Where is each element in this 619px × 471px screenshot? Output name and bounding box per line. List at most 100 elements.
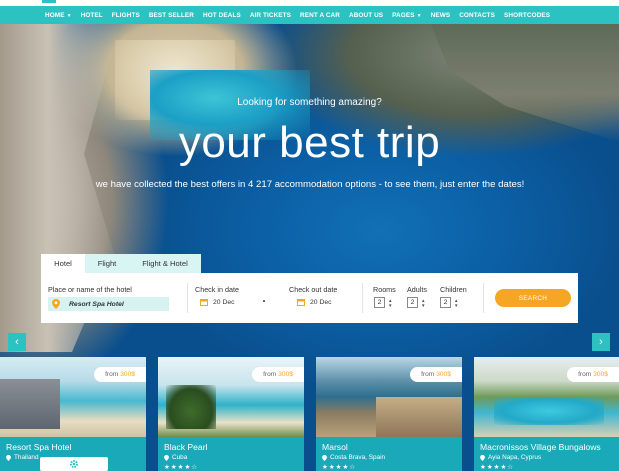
- nav-item-label: HOME: [45, 11, 65, 19]
- map-pin-icon: [6, 454, 11, 461]
- hotel-name: Resort Spa Hotel: [6, 442, 72, 452]
- nav-item-hot-deals[interactable]: HOT DEALS: [203, 12, 241, 19]
- search-tabs: Hotel Flight Flight & Hotel: [41, 254, 201, 273]
- nav-item-news[interactable]: NEWS: [431, 12, 451, 19]
- main-nav: HOME ▼ HOTEL FLIGHTS BEST SELLER HOT DEAL…: [0, 6, 619, 24]
- map-pin-icon: [480, 454, 485, 461]
- tab-flight-hotel[interactable]: Flight & Hotel: [129, 254, 201, 273]
- hotel-field-label: Place or name of the hotel: [48, 285, 132, 294]
- hotel-location: Ayia Napa, Cyprus: [480, 454, 541, 461]
- pool-shape: [494, 397, 604, 425]
- hotel-card[interactable]: from 300$ Marsol Costa Brava, Spain ★★★★☆: [316, 357, 462, 471]
- nav-item-home[interactable]: HOME ▼: [45, 12, 72, 19]
- chevron-left-icon: ‹: [15, 336, 19, 348]
- calendar-icon: [200, 299, 208, 306]
- adults-label: Adults: [407, 285, 427, 294]
- nav-item-pages[interactable]: PAGES ▼: [392, 12, 421, 19]
- town-buildings-shape: [376, 397, 462, 437]
- search-button[interactable]: SEARCH: [495, 289, 571, 307]
- rooms-stepper[interactable]: 2 ▲ ▼: [374, 297, 392, 308]
- date-separator: [263, 300, 265, 302]
- checkout-date[interactable]: 20 Dec: [297, 298, 332, 306]
- nav-item-flights[interactable]: FLIGHTS: [112, 12, 140, 19]
- calendar-icon: [297, 299, 305, 306]
- price-badge: from 300$: [94, 367, 146, 382]
- hotel-building-shape: [0, 379, 60, 429]
- price-badge: from 300$: [252, 367, 304, 382]
- stepper-arrows-icon[interactable]: ▲ ▼: [388, 298, 392, 308]
- hotel-name: Macronissos Village Bungalows: [480, 442, 601, 452]
- hotel-name: Black Pearl: [164, 442, 208, 452]
- settings-button[interactable]: [40, 457, 108, 471]
- hotel-stars: ★★★★☆: [480, 464, 515, 471]
- nav-item-air-tickets[interactable]: AIR TICKETS: [250, 12, 291, 19]
- hotel-card-info: Macronissos Village Bungalows Ayia Napa,…: [474, 437, 619, 471]
- hotel-location: Cuba: [164, 454, 187, 461]
- hero-subline: we have collected the best offers in 4 2…: [95, 179, 525, 190]
- hotel-card[interactable]: from 300$ Resort Spa Hotel Thailand: [0, 357, 146, 471]
- hotel-stars: ★★★★☆: [164, 464, 199, 471]
- chevron-down-icon: ▼: [66, 12, 72, 19]
- children-label: Children: [440, 285, 467, 294]
- price-value: 300$: [593, 371, 608, 378]
- nav-item-best-seller[interactable]: BEST SELLER: [149, 12, 194, 19]
- price-value: 300$: [278, 371, 293, 378]
- nav-item-contacts[interactable]: CONTACTS: [459, 12, 495, 19]
- map-pin-icon: [322, 454, 327, 461]
- price-prefix: from: [578, 371, 592, 378]
- divider: [483, 283, 484, 313]
- tab-hotel[interactable]: Hotel: [41, 254, 85, 273]
- tab-flight[interactable]: Flight: [85, 254, 129, 273]
- price-prefix: from: [421, 371, 435, 378]
- hotel-location-text: Cuba: [172, 454, 188, 461]
- nav-item-rent-a-car[interactable]: RENT A CAR: [300, 12, 340, 19]
- price-prefix: from: [263, 371, 277, 378]
- slider-prev-button[interactable]: ‹: [8, 333, 26, 351]
- search-panel: Place or name of the hotel Resort Spa Ho…: [41, 273, 578, 323]
- page: HOME ▼ HOTEL FLIGHTS BEST SELLER HOT DEAL…: [0, 0, 619, 471]
- stepper-arrows-icon[interactable]: ▲ ▼: [421, 298, 425, 308]
- checkin-label: Check in date: [195, 285, 239, 294]
- children-stepper[interactable]: 2 ▲ ▼: [440, 297, 458, 308]
- checkin-date[interactable]: 20 Dec: [200, 298, 235, 306]
- chevron-right-icon: ›: [599, 336, 603, 348]
- rooms-value: 2: [374, 297, 385, 308]
- price-badge: from 300$: [410, 367, 462, 382]
- price-prefix: from: [105, 371, 119, 378]
- hotel-location-text: Thailand: [14, 454, 39, 461]
- hotel-location: Thailand: [6, 454, 39, 461]
- hero-headline: your best trip: [178, 118, 441, 167]
- map-pin-icon: [52, 299, 60, 309]
- palm-trees-shape: [166, 385, 216, 429]
- hotel-card-info: Black Pearl Cuba ★★★★☆: [158, 437, 304, 471]
- price-value: 300$: [120, 371, 135, 378]
- adults-stepper[interactable]: 2 ▲ ▼: [407, 297, 425, 308]
- slider-next-button[interactable]: ›: [592, 333, 610, 351]
- divider: [362, 283, 363, 313]
- nav-item-hotel[interactable]: HOTEL: [81, 12, 103, 19]
- hotel-input[interactable]: Resort Spa Hotel: [48, 297, 169, 311]
- children-value: 2: [440, 297, 451, 308]
- hotel-card[interactable]: from 300$ Macronissos Village Bungalows A…: [474, 357, 619, 471]
- nav-item-about-us[interactable]: ABOUT US: [349, 12, 383, 19]
- hotel-location: Costa Brava, Spain: [322, 454, 385, 461]
- map-pin-icon: [164, 454, 169, 461]
- adults-value: 2: [407, 297, 418, 308]
- hero-tagline: Looking for something amazing?: [237, 97, 382, 108]
- checkin-value: 20 Dec: [213, 298, 235, 306]
- hotel-location-text: Costa Brava, Spain: [330, 454, 386, 461]
- hotel-stars: ★★★★☆: [322, 464, 357, 471]
- nav-item-label: PAGES: [392, 11, 415, 19]
- gear-icon: [70, 460, 78, 468]
- price-value: 300$: [436, 371, 451, 378]
- checkout-value: 20 Dec: [310, 298, 332, 306]
- nav-item-shortcodes[interactable]: SHORTCODES: [504, 12, 550, 19]
- hotel-input-value: Resort Spa Hotel: [69, 300, 124, 308]
- hotel-card[interactable]: from 300$ Black Pearl Cuba ★★★★☆: [158, 357, 304, 471]
- divider: [187, 283, 188, 313]
- chevron-down-icon: ▼: [416, 12, 422, 19]
- rooms-label: Rooms: [373, 285, 396, 294]
- stepper-arrows-icon[interactable]: ▲ ▼: [454, 298, 458, 308]
- logo-accent: [42, 0, 56, 3]
- price-badge: from 300$: [567, 367, 619, 382]
